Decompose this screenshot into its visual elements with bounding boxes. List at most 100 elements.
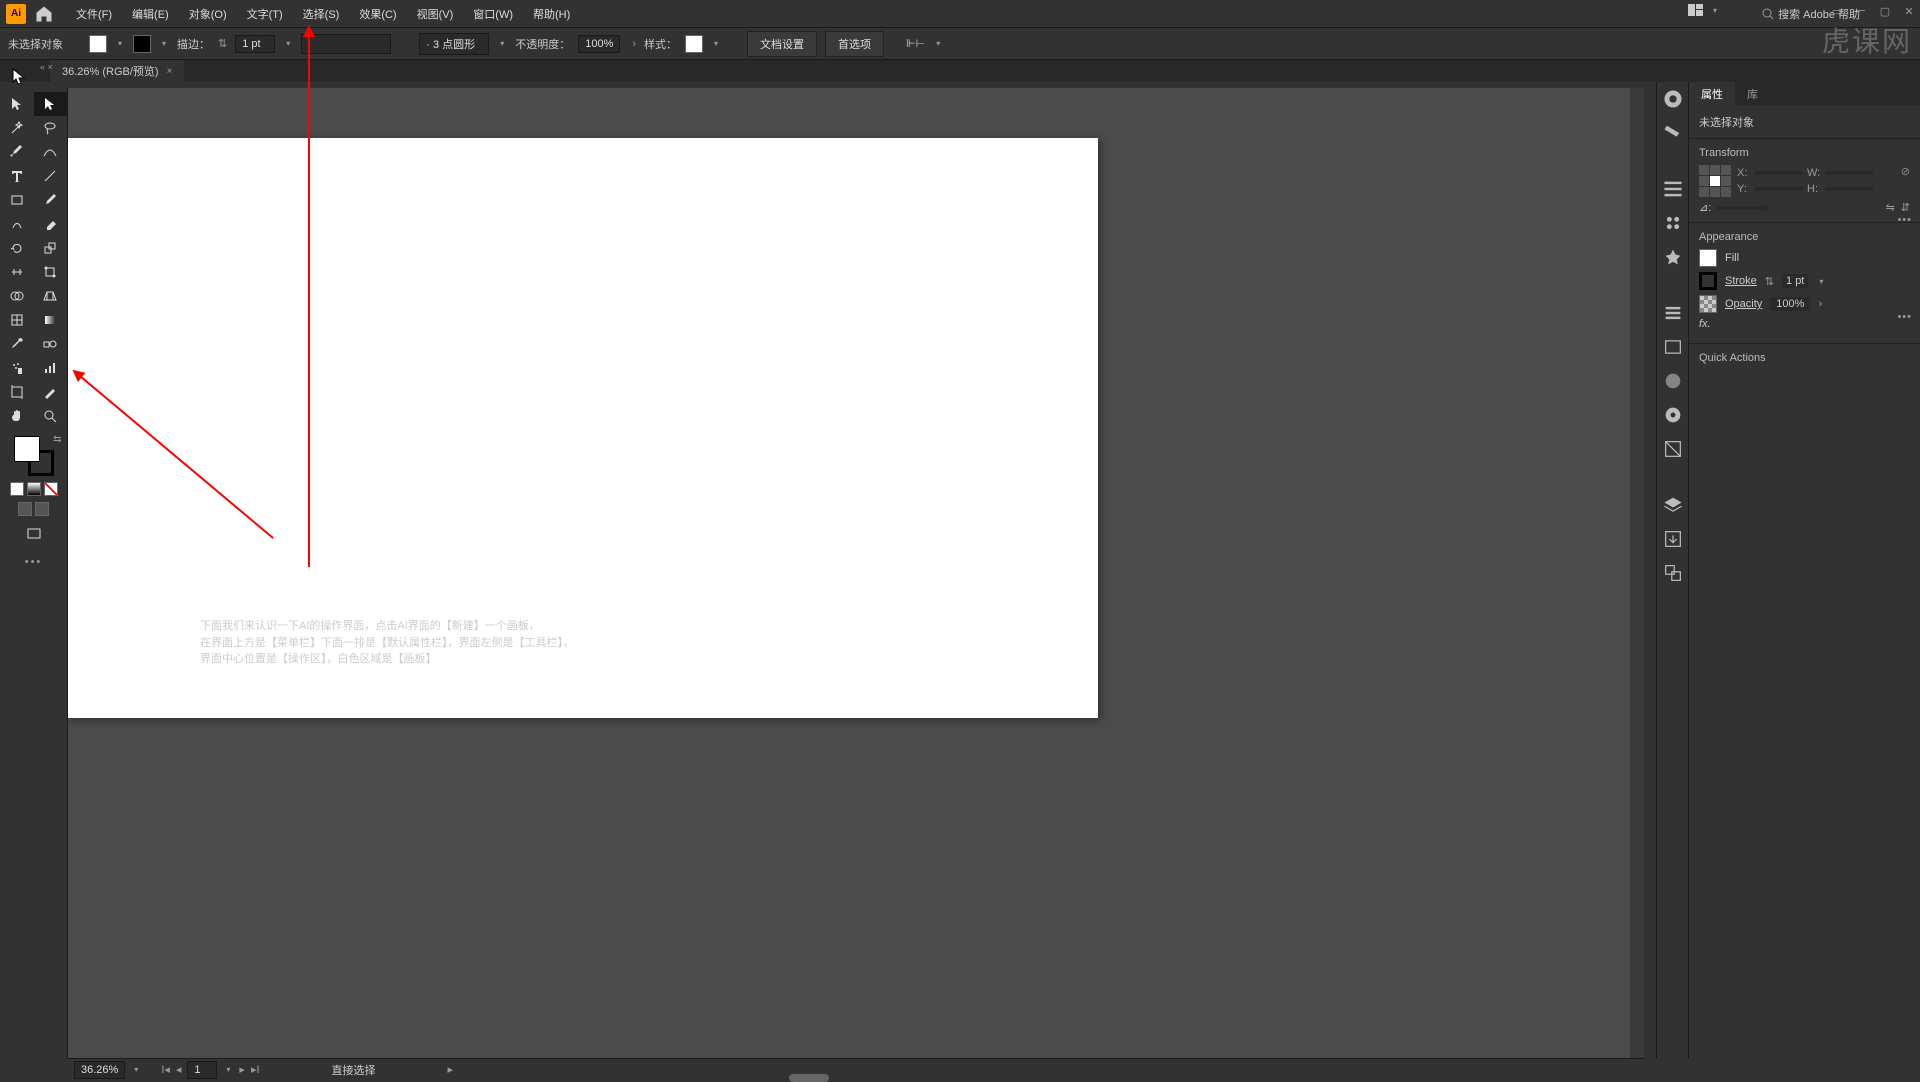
y-field[interactable] [1755,187,1803,191]
mesh-tool[interactable] [0,308,34,332]
transparency-panel-icon[interactable] [1662,370,1684,392]
stroke-width-dropdown[interactable]: ▾ [283,39,293,49]
fill-color-box[interactable] [14,436,40,462]
flip-h-icon[interactable]: ⇋ [1886,201,1895,214]
menu-edit[interactable]: 编辑(E) [122,2,179,26]
paintbrush-tool[interactable] [34,188,68,212]
horizontal-scrollbar-thumb[interactable] [789,1074,829,1082]
panel-opacity-swatch[interactable] [1699,295,1717,313]
brushes-panel-icon[interactable] [1662,212,1684,234]
appearance-panel-icon[interactable] [1662,404,1684,426]
home-icon[interactable] [34,4,54,24]
x-field[interactable] [1755,171,1803,175]
minimize-icon[interactable]: ─ [1854,4,1868,18]
align-dropdown[interactable]: ▾ [933,39,943,49]
direct-selection-tool[interactable] [34,92,68,116]
shaper-tool[interactable] [0,212,34,236]
zoom-level-field[interactable]: 36.26% [74,1061,125,1079]
asset-export-panel-icon[interactable] [1662,528,1684,550]
brush-dropdown[interactable]: ▾ [497,39,507,49]
arrange-icon[interactable]: ▭ [1830,4,1844,18]
perspective-tool[interactable] [34,284,68,308]
artboard-nav-dropdown[interactable]: ▾ [223,1065,233,1075]
tab-prev-close[interactable]: « × [40,62,53,72]
eyedropper-tool[interactable] [0,332,34,356]
menu-view[interactable]: 视图(V) [407,2,464,26]
prev-artboard-icon[interactable]: ◂ [176,1063,182,1076]
workspace-switcher[interactable]: ▾ [1688,4,1720,16]
panel-stroke-dropdown[interactable]: ▾ [1816,276,1826,286]
brush-def-field[interactable]: · 3 点圆形 [419,33,489,55]
color-mode-none[interactable] [44,482,58,496]
h-field[interactable] [1825,187,1873,191]
artboard-tool[interactable] [0,380,34,404]
first-artboard-icon[interactable]: I◂ [161,1063,170,1076]
last-artboard-icon[interactable]: ▸I [251,1063,260,1076]
type-tool[interactable] [0,164,34,188]
color-mode-gradient[interactable] [27,482,41,496]
vertical-scrollbar[interactable] [1630,88,1644,1058]
menu-window[interactable]: 窗口(W) [463,2,523,26]
width-tool[interactable] [0,260,34,284]
zoom-dropdown[interactable]: ▾ [131,1065,141,1075]
draw-behind-icon[interactable] [35,502,49,516]
swap-fill-stroke-icon[interactable]: ⇆ [53,434,61,445]
magic-wand-tool[interactable] [0,116,34,140]
eraser-tool[interactable] [34,212,68,236]
scale-tool[interactable] [34,236,68,260]
edit-toolbar-button[interactable]: ••• [25,556,43,568]
free-transform-tool[interactable] [34,260,68,284]
fill-dropdown[interactable]: ▾ [115,39,125,49]
rectangle-tool[interactable] [0,188,34,212]
menu-type[interactable]: 文字(T) [237,2,293,26]
doc-setup-button[interactable]: 文档设置 [747,31,817,57]
panel-stroke-swatch[interactable] [1699,272,1717,290]
tab-close-icon[interactable]: × [167,66,173,77]
panel-fill-swatch[interactable] [1699,249,1717,267]
screen-mode-button[interactable] [17,522,51,546]
flip-v-icon[interactable]: ⇵ [1901,201,1910,214]
document-tab[interactable]: 36.26% (RGB/预览) × [50,60,184,82]
stroke-panel-icon[interactable] [1662,178,1684,200]
hand-tool[interactable] [0,404,34,428]
symbol-sprayer-tool[interactable] [0,356,34,380]
stroke-width-field[interactable]: 1 pt [235,35,275,53]
angle-field[interactable] [1717,206,1767,210]
shape-builder-tool[interactable] [0,284,34,308]
canvas-area[interactable] [68,88,1644,1058]
menu-effect[interactable]: 效果(C) [349,2,406,26]
tab-properties[interactable]: 属性 [1689,82,1735,106]
lasso-tool[interactable] [34,116,68,140]
pathfinder-panel-icon[interactable] [1662,336,1684,358]
symbols-panel-icon[interactable] [1662,246,1684,268]
align-panel-icon[interactable] [1662,302,1684,324]
curvature-tool[interactable] [34,140,68,164]
zoom-tool[interactable] [34,404,68,428]
panel-opacity-value[interactable]: 100% [1770,297,1810,311]
gradient-tool[interactable] [34,308,68,332]
graphic-styles-panel-icon[interactable] [1662,438,1684,460]
link-wh-icon[interactable]: ⊘ [1901,165,1910,178]
align-icon[interactable]: ⊩⊢ [906,37,925,50]
fill-stroke-indicator[interactable]: ⇆ [14,436,54,476]
menu-file[interactable]: 文件(F) [66,2,122,26]
graph-tool[interactable] [34,356,68,380]
style-dropdown[interactable]: ▾ [711,39,721,49]
menu-help[interactable]: 帮助(H) [523,2,580,26]
next-artboard-icon[interactable]: ▸ [239,1063,245,1076]
pen-tool[interactable] [0,140,34,164]
maximize-icon[interactable]: ▢ [1878,4,1892,18]
slice-tool[interactable] [34,380,68,404]
stroke-swatch[interactable] [133,35,151,53]
opacity-field[interactable]: 100% [578,35,620,53]
swatches-panel-icon[interactable] [1662,122,1684,144]
panel-stroke-value[interactable]: 1 pt [1782,274,1808,288]
status-play-icon[interactable]: ▸ [448,1063,454,1076]
reference-point-selector[interactable] [1699,165,1731,197]
artboard-nav-field[interactable]: 1 [187,1061,217,1079]
w-field[interactable] [1825,171,1873,175]
fill-swatch[interactable] [89,35,107,53]
close-icon[interactable]: ✕ [1902,4,1916,18]
selection-tool[interactable] [0,92,34,116]
style-swatch[interactable] [685,35,703,53]
